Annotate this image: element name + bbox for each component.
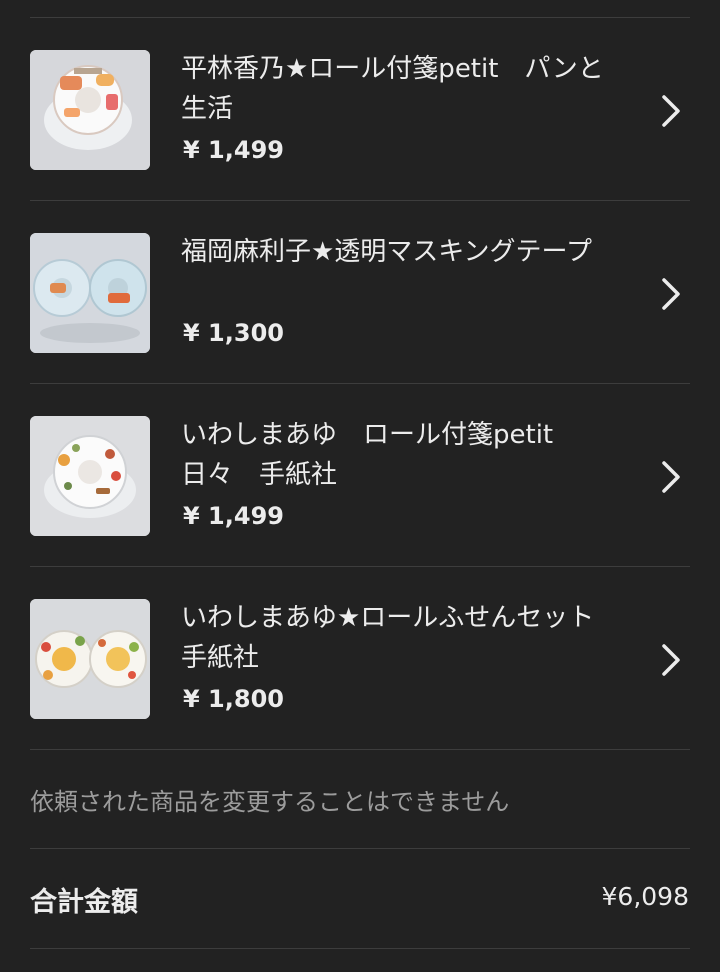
product-thumbnail: [30, 599, 150, 719]
order-item-2[interactable]: 福岡麻利子★透明マスキングテープ ¥ 1,300: [0, 201, 720, 383]
chevron-right-icon[interactable]: [656, 640, 684, 680]
bottom-divider: [30, 948, 690, 949]
order-change-notice: 依頼された商品を変更することはできません: [30, 788, 510, 816]
chevron-right-icon[interactable]: [656, 457, 684, 497]
item-title: いわしまあゆ ロール付箋petit 日々 手紙社: [181, 420, 580, 490]
item-price: ¥ 1,499: [183, 502, 284, 530]
item-price: ¥ 1,300: [183, 319, 284, 347]
chevron-right-icon[interactable]: [656, 91, 684, 131]
item-title: 平林香乃★ロール付箋petit パンと生活: [181, 54, 604, 124]
item-title: 福岡麻利子★透明マスキングテープ: [181, 237, 592, 267]
item-divider: [30, 749, 690, 750]
order-item-3[interactable]: いわしまあゆ ロール付箋petit 日々 手紙社 ¥ 1,499: [0, 384, 720, 566]
chevron-right-icon[interactable]: [656, 274, 684, 314]
order-item-4[interactable]: いわしまあゆ★ロールふせんセット 手紙社 ¥ 1,800: [0, 567, 720, 749]
total-amount-label: 合計金額: [30, 887, 138, 918]
section-divider: [30, 848, 690, 849]
order-item-1[interactable]: 平林香乃★ロール付箋petit パンと生活 ¥ 1,499: [0, 18, 720, 200]
item-price: ¥ 1,800: [183, 685, 284, 713]
total-amount-value: ¥6,098: [601, 882, 689, 911]
product-thumbnail: [30, 233, 150, 353]
product-thumbnail: [30, 50, 150, 170]
product-thumbnail: [30, 416, 150, 536]
item-title: いわしまあゆ★ロールふせんセット 手紙社: [181, 603, 621, 673]
item-price: ¥ 1,499: [183, 136, 284, 164]
